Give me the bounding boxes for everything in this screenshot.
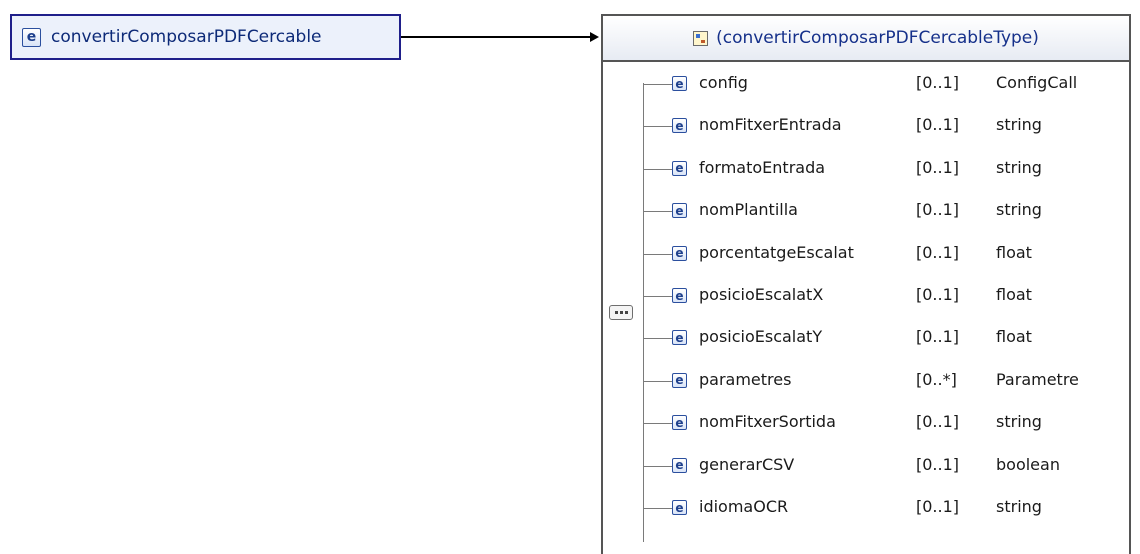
tree-branch <box>643 380 672 382</box>
element-icon: e <box>672 372 687 388</box>
child-element-row[interactable]: e posicioEscalatX [0..1] float <box>603 274 1129 318</box>
tree-branch <box>643 253 672 255</box>
element-type: float <box>996 285 1032 304</box>
element-name: idiomaOCR <box>699 497 789 516</box>
complex-type-header[interactable]: (convertirComposarPDFCercableType) <box>603 16 1129 62</box>
element-name: porcentatgeEscalat <box>699 242 854 262</box>
element-type: boolean <box>996 454 1060 474</box>
tree-branch <box>643 508 672 509</box>
connector-arrow-icon <box>590 32 599 42</box>
tree-branch <box>643 465 672 467</box>
element-type: float <box>996 327 1032 347</box>
element-icon: e <box>672 330 687 346</box>
element-cardinality: [0..1] <box>916 157 960 177</box>
child-element-row[interactable]: e nomFitxerSortida [0..1] string <box>603 401 1129 445</box>
element-name: config <box>699 73 748 92</box>
element-cardinality: [0..1] <box>916 242 960 262</box>
element-type: string <box>996 115 1042 135</box>
element-name: parametres <box>699 369 792 389</box>
element-name: posicioEscalatX <box>699 285 824 304</box>
element-type: string <box>996 157 1042 177</box>
element-cardinality: [0..1] <box>916 327 960 347</box>
element-cardinality: [0..1] <box>916 412 960 432</box>
tree-branch <box>643 168 672 170</box>
child-element-row[interactable]: e generarCSV [0..1] boolean <box>603 444 1129 488</box>
complex-type-box[interactable]: (convertirComposarPDFCercableType) e conf… <box>601 14 1131 554</box>
element-name: formatoEntrada <box>699 157 826 177</box>
child-element-row[interactable]: e config [0..1] ConfigCall <box>603 62 1129 106</box>
element-cardinality: [0..1] <box>916 73 960 92</box>
element-cardinality: [0..*] <box>916 369 957 389</box>
element-name: generarCSV <box>699 454 795 474</box>
element-icon: e <box>672 160 687 176</box>
element-type: ConfigCall <box>996 73 1078 92</box>
child-element-row[interactable]: e posicioEscalatY [0..1] float <box>603 316 1129 360</box>
element-icon: e <box>672 76 687 91</box>
complex-type-icon <box>693 30 709 46</box>
tree-branch <box>643 211 672 213</box>
element-icon: e <box>672 415 687 431</box>
element-icon: e <box>22 27 41 47</box>
element-type: string <box>996 412 1042 432</box>
tree-branch <box>643 126 672 128</box>
element-name: nomFitxerEntrada <box>699 115 842 135</box>
element-cardinality: [0..1] <box>916 497 960 516</box>
element-icon: e <box>672 118 687 134</box>
root-element-name: convertirComposarPDFCercable <box>51 27 322 47</box>
connector-line <box>401 36 592 38</box>
element-icon: e <box>672 500 687 515</box>
child-element-row[interactable]: e parametres [0..*] Parametre <box>603 359 1129 403</box>
element-name: nomPlantilla <box>699 200 798 220</box>
tree-branch <box>643 338 672 340</box>
element-type: string <box>996 497 1042 516</box>
element-cardinality: [0..1] <box>916 454 960 474</box>
element-type: string <box>996 200 1042 220</box>
element-icon: e <box>672 457 687 473</box>
element-cardinality: [0..1] <box>916 285 960 304</box>
child-element-row[interactable]: e idiomaOCR [0..1] string <box>603 486 1129 530</box>
root-element-node[interactable]: e convertirComposarPDFCercable <box>10 14 401 60</box>
tree-branch <box>643 296 672 297</box>
element-icon: e <box>672 203 687 219</box>
element-name: nomFitxerSortida <box>699 412 836 432</box>
child-element-row[interactable]: e nomFitxerEntrada [0..1] string <box>603 104 1129 148</box>
tree-branch <box>643 423 672 425</box>
tree-branch <box>643 84 672 85</box>
child-element-row[interactable]: e formatoEntrada [0..1] string <box>603 147 1129 191</box>
element-type: float <box>996 242 1032 262</box>
child-element-row[interactable]: e porcentatgeEscalat [0..1] float <box>603 232 1129 276</box>
element-type: Parametre <box>996 369 1079 389</box>
element-cardinality: [0..1] <box>916 200 960 220</box>
child-element-row[interactable]: e nomPlantilla [0..1] string <box>603 189 1129 233</box>
element-icon: e <box>672 245 687 261</box>
element-icon: e <box>672 288 687 303</box>
element-name: posicioEscalatY <box>699 327 823 347</box>
element-cardinality: [0..1] <box>916 115 960 135</box>
complex-type-title: (convertirComposarPDFCercableType) <box>716 28 1039 48</box>
